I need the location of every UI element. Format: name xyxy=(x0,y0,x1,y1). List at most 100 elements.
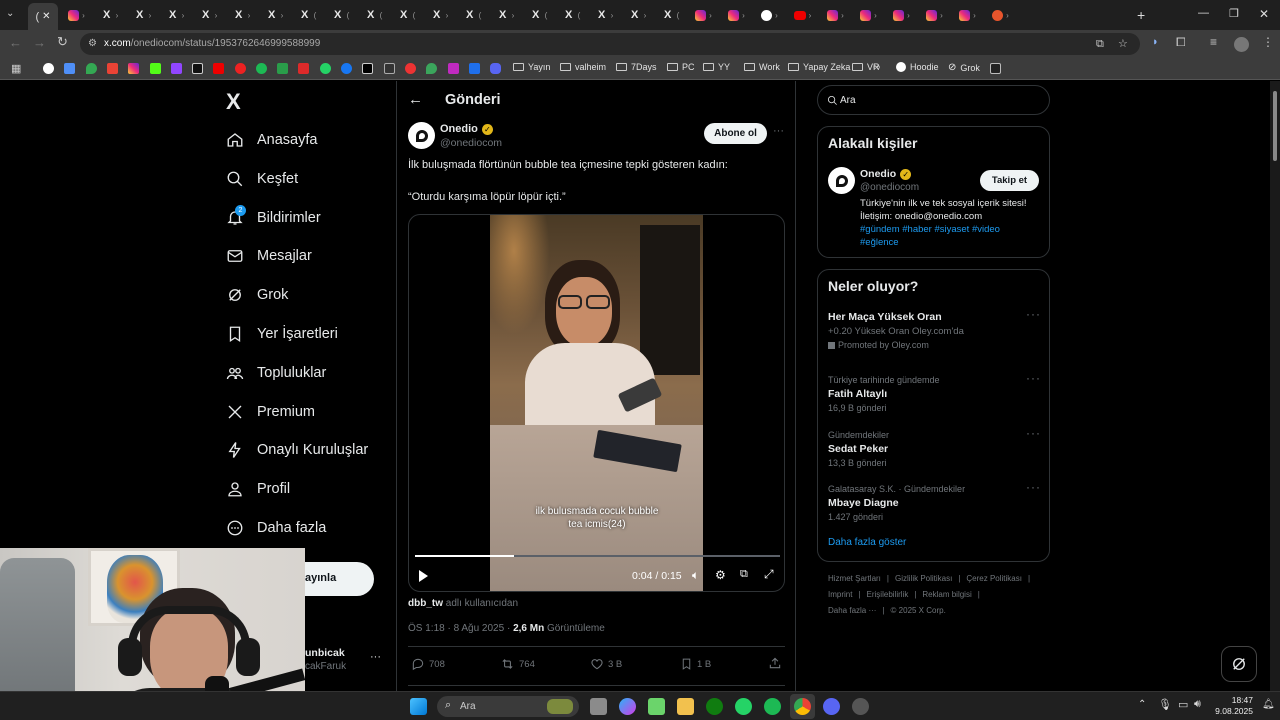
video-player[interactable]: ilk bulusmada cocuk bubble tea icmis(24)… xyxy=(408,214,785,592)
browser-tab[interactable]: X › xyxy=(126,0,159,30)
network-icon[interactable]: ▭ xyxy=(1178,698,1188,711)
maps-icon[interactable] xyxy=(86,63,97,74)
related-name[interactable]: Onedio xyxy=(860,168,896,180)
bookmark-button[interactable]: 1 B xyxy=(680,657,711,671)
related-tags-2[interactable]: #eğlence xyxy=(860,237,899,248)
bookmark-folder[interactable]: Work xyxy=(744,62,780,72)
kick-icon[interactable] xyxy=(150,63,161,74)
browser-tab[interactable]: › xyxy=(786,0,819,30)
browser-tab[interactable]: › xyxy=(984,0,1017,30)
trend-item[interactable]: Gündemdekiler Sedat Peker 13,3 B gönderi xyxy=(828,430,889,468)
media-icon[interactable]: ≡ xyxy=(1210,35,1217,49)
related-handle[interactable]: @onediocom xyxy=(860,182,919,193)
spotify-bookmark-icon[interactable] xyxy=(256,63,267,74)
close-window-icon[interactable]: ✕ xyxy=(1259,7,1269,21)
instagram-bookmark-icon[interactable] xyxy=(128,63,139,74)
bookmark-green-icon[interactable] xyxy=(277,63,288,74)
chrome-taskbar-icon[interactable] xyxy=(794,698,811,715)
browser-tab[interactable]: X( xyxy=(555,0,588,30)
copilot-icon[interactable] xyxy=(619,698,636,715)
browser-tab[interactable]: X › xyxy=(159,0,192,30)
follow-button[interactable]: Takip et xyxy=(980,170,1039,191)
repost-button[interactable]: 764 xyxy=(500,657,535,671)
browser-tab[interactable]: X( xyxy=(456,0,489,30)
volume-tray-icon[interactable]: 🔊︎ xyxy=(1194,698,1201,711)
footer-link[interactable]: Gizlilik Politikası xyxy=(895,574,952,583)
back-arrow-icon[interactable]: ← xyxy=(408,91,423,108)
post-time[interactable]: ÖS 1:18 · 8 Ağu 2025 · xyxy=(408,623,510,634)
bookmark-folder[interactable]: ⊘ Grok xyxy=(948,62,980,73)
browser-tab[interactable]: › xyxy=(852,0,885,30)
tab-search-chevron-icon[interactable]: ⌄ xyxy=(6,8,14,19)
sidebar-item-more-circle[interactable]: Daha fazla xyxy=(226,510,326,546)
site-info-icon[interactable]: ⚙ xyxy=(88,33,97,55)
volume-icon[interactable]: 🔈︎ xyxy=(692,568,699,583)
restore-icon[interactable]: ❐ xyxy=(1229,7,1239,20)
scrollbar[interactable] xyxy=(1270,81,1280,691)
sidebar-item-grok[interactable]: Grok xyxy=(226,277,288,313)
tab-active[interactable]: ( ✕ xyxy=(28,3,58,30)
browser-tab[interactable]: X › xyxy=(621,0,654,30)
task-view-icon[interactable] xyxy=(590,698,607,715)
browser-tab[interactable]: X( xyxy=(324,0,357,30)
bookmark-red-icon[interactable] xyxy=(235,63,246,74)
source-user[interactable]: dbb_tw xyxy=(408,598,443,609)
twitch-icon[interactable] xyxy=(171,63,182,74)
star-icon[interactable]: ☆ xyxy=(1118,33,1128,55)
trend-item[interactable]: Galatasaray S.K. · Gündemdekiler Mbaye Di… xyxy=(828,484,965,522)
browser-tab[interactable]: › xyxy=(885,0,918,30)
sidebar-item-search[interactable]: Keşfet xyxy=(226,161,298,197)
search-input[interactable]: Ara xyxy=(840,95,856,106)
trend-item[interactable]: Türkiye tarihinde gündemde Fatih Altaylı 1… xyxy=(828,375,940,413)
author-avatar[interactable] xyxy=(408,122,435,149)
address-bar[interactable]: ⚙ x.com/onediocom/status/195376264699958… xyxy=(80,33,1140,55)
bookmark-folder[interactable]: 7Days xyxy=(616,62,657,72)
browser-tab[interactable]: › xyxy=(687,0,720,30)
trend-more-icon[interactable]: ··· xyxy=(1026,426,1041,440)
browser-tab[interactable]: X › xyxy=(423,0,456,30)
browser-tab[interactable]: X( xyxy=(522,0,555,30)
bookmark-folder[interactable]: PC xyxy=(667,62,695,72)
browser-tab[interactable]: › xyxy=(819,0,852,30)
bookmark-folder[interactable]: Hoodie xyxy=(896,62,939,72)
share-button[interactable] xyxy=(768,656,782,675)
bookmark-red2-icon[interactable] xyxy=(298,63,309,74)
capcut-icon[interactable] xyxy=(990,63,1001,74)
opera-icon[interactable] xyxy=(405,63,416,74)
browser-tab[interactable]: X( xyxy=(357,0,390,30)
play-icon[interactable] xyxy=(419,570,428,582)
browser-tab[interactable]: › xyxy=(918,0,951,30)
google-icon[interactable] xyxy=(43,63,54,74)
bookmark-folder[interactable]: YY xyxy=(703,62,730,72)
start-windows-icon[interactable] xyxy=(410,698,427,715)
browser-tab[interactable]: X( xyxy=(390,0,423,30)
scrollbar-thumb[interactable] xyxy=(1273,91,1277,161)
microphone-tray-icon[interactable]: 🎙︎ xyxy=(1158,698,1172,711)
browser-tab[interactable]: X › xyxy=(258,0,291,30)
bookmark-pink-icon[interactable] xyxy=(448,63,459,74)
browser-tab[interactable]: › xyxy=(720,0,753,30)
sidebar-item-home[interactable]: Anasayfa xyxy=(226,122,317,158)
browser-tab[interactable]: X › xyxy=(192,0,225,30)
reply-button[interactable]: 708 xyxy=(411,657,445,671)
fullscreen-icon[interactable]: ⤢ xyxy=(764,567,774,582)
install-app-icon[interactable]: ⧉ xyxy=(1096,33,1104,55)
profile-avatar[interactable] xyxy=(1234,37,1249,52)
sidebar-item-x-premium[interactable]: Premium xyxy=(226,394,315,430)
footer-link[interactable]: Reklam bilgisi xyxy=(922,590,971,599)
browser-tab[interactable]: › xyxy=(60,0,93,30)
author-handle[interactable]: @onediocom xyxy=(440,137,502,149)
sidebar-item-profile[interactable]: Profil xyxy=(226,471,290,507)
file-explorer-icon[interactable] xyxy=(677,698,694,715)
bookmark-folder[interactable]: Yayın xyxy=(513,62,550,72)
apps-grid-icon[interactable]: ▦ xyxy=(11,62,21,75)
trend-more-icon[interactable]: ··· xyxy=(1026,480,1041,494)
sidebar-item-lightning[interactable]: Onaylı Kuruluşlar xyxy=(226,432,368,468)
bookmark-folder[interactable]: Yapay Zeka xyxy=(788,62,850,72)
subscribe-button[interactable]: Abone ol xyxy=(704,123,767,144)
browser-tab[interactable]: X › xyxy=(489,0,522,30)
search-box[interactable]: Ara xyxy=(817,85,1050,115)
extensions-puzzle-icon[interactable]: ⧠ xyxy=(1176,35,1186,50)
tab-close-icon[interactable]: ✕ xyxy=(42,11,50,22)
xbox-icon[interactable] xyxy=(706,698,723,715)
